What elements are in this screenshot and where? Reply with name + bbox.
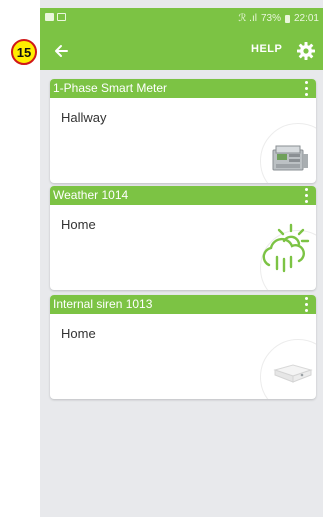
device-card-siren[interactable]: Internal siren 1013 Home: [50, 295, 316, 399]
signal-icon: ℛ .ıl: [238, 13, 257, 24]
status-right: ℛ .ıl 73% 22:01: [238, 13, 319, 24]
device-title: Internal siren 1013: [53, 297, 153, 311]
status-bar: ℛ .ıl 73% 22:01: [40, 8, 323, 32]
settings-button[interactable]: [296, 41, 316, 61]
image-notification-icon: [57, 13, 66, 21]
device-image-frame: [260, 339, 316, 399]
weather-cloud-sun-icon: [262, 223, 310, 273]
device-card-weather[interactable]: Weather 1014 Home: [50, 186, 316, 290]
more-options-button[interactable]: [302, 81, 310, 96]
clock: 22:01: [293, 13, 319, 24]
device-card-header: 1-Phase Smart Meter: [50, 79, 316, 98]
device-title: 1-Phase Smart Meter: [53, 81, 168, 95]
help-button[interactable]: HELP: [251, 43, 282, 55]
device-image-frame: [260, 223, 316, 290]
more-options-button[interactable]: [302, 297, 310, 312]
device-card-smart-meter[interactable]: 1-Phase Smart Meter Hallway: [50, 79, 316, 183]
notification-icons: [45, 13, 66, 21]
device-card-header: Internal siren 1013: [50, 295, 316, 314]
device-location: Home: [61, 217, 96, 232]
gear-icon: [297, 42, 315, 60]
battery-icon: [284, 14, 290, 23]
back-button[interactable]: [50, 40, 72, 62]
notification-icon: [45, 13, 54, 21]
battery-percent: 73%: [260, 13, 281, 24]
step-badge: 15: [11, 39, 37, 65]
device-title: Weather 1014: [53, 188, 129, 202]
device-location: Home: [61, 326, 96, 341]
siren-device-icon: [273, 364, 313, 383]
device-location: Hallway: [61, 110, 107, 125]
device-image-frame: [260, 123, 316, 183]
phone-screen: ℛ .ıl 73% 22:01 HELP 1-Phase Smart Meter…: [40, 0, 323, 517]
smart-meter-icon: [272, 145, 308, 171]
app-bar: HELP: [40, 32, 323, 70]
arrow-left-icon: [55, 45, 68, 57]
device-card-header: Weather 1014: [50, 186, 316, 205]
more-options-button[interactable]: [302, 188, 310, 203]
